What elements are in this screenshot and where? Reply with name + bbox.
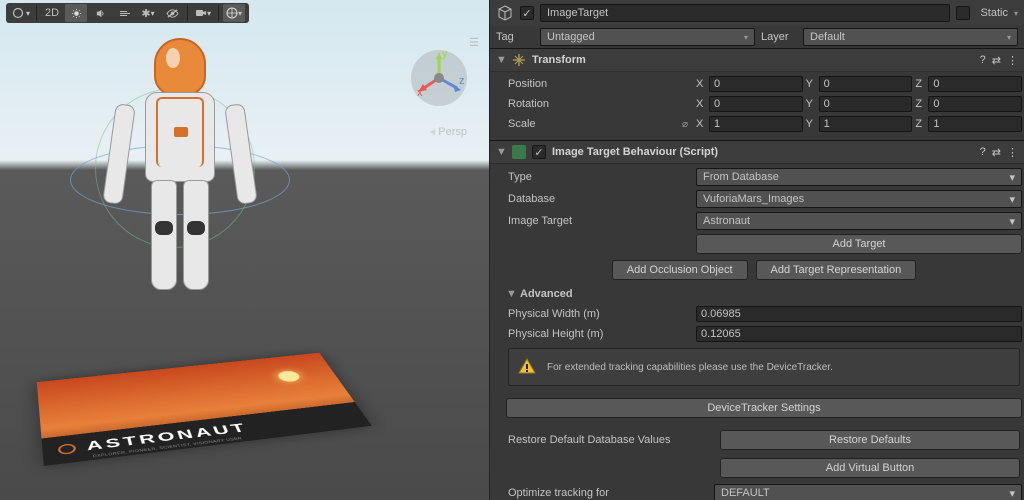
gameobject-name-field[interactable]: ImageTarget — [540, 4, 950, 22]
add-target-button[interactable]: Add Target — [696, 234, 1022, 254]
type-label: Type — [506, 171, 692, 183]
preset-icon[interactable]: ⇄ — [992, 146, 1001, 159]
position-x[interactable]: 0 — [709, 76, 803, 92]
restore-label: Restore Default Database Values — [508, 434, 712, 446]
scale-x[interactable]: 1 — [709, 116, 803, 132]
svg-text:x: x — [417, 87, 423, 99]
rotation-label: Rotation — [506, 98, 692, 110]
script-icon — [512, 145, 526, 159]
optimize-label: Optimize tracking for — [506, 487, 710, 499]
transform-title: Transform — [532, 54, 974, 66]
fx-toggle[interactable] — [113, 4, 135, 22]
physical-height-label: Physical Height (m) — [506, 328, 692, 340]
optimize-dropdown[interactable]: DEFAULT▾ — [714, 484, 1022, 500]
warning-box: For extended tracking capabilities pleas… — [508, 348, 1020, 386]
scale-z[interactable]: 1 — [928, 116, 1022, 132]
scene-menu-icon[interactable]: ☰ — [469, 36, 479, 49]
layer-label: Layer — [761, 31, 797, 43]
astronaut-model[interactable] — [115, 38, 245, 328]
advanced-label: Advanced — [520, 288, 573, 300]
preset-icon[interactable]: ⇄ — [992, 54, 1001, 67]
persp-label: ◂ Persp — [430, 125, 467, 138]
static-label: Static — [980, 7, 1008, 19]
hidden-objects-toggle[interactable] — [161, 4, 183, 22]
add-virtual-button[interactable]: Add Virtual Button — [720, 458, 1020, 478]
image-target-dropdown[interactable]: Astronaut▾ — [696, 212, 1022, 230]
inspector-panel: ✓ ImageTarget Static ▾ Tag Untagged▾ Lay… — [490, 0, 1024, 500]
itb-enabled-checkbox[interactable]: ✓ — [532, 145, 546, 159]
2d-toggle[interactable]: 2D — [41, 4, 63, 22]
gizmos-dropdown[interactable]: ▾ — [223, 4, 245, 22]
transform-icon — [512, 53, 526, 67]
visibility-dropdown[interactable]: ✱▾ — [137, 4, 159, 22]
image-target-label: Image Target — [506, 215, 692, 227]
position-label: Position — [506, 78, 692, 90]
restore-defaults-button[interactable]: Restore Defaults — [720, 430, 1020, 450]
layer-dropdown[interactable]: Default▾ — [803, 28, 1018, 46]
gameobject-icon[interactable] — [496, 4, 514, 22]
position-z[interactable]: 0 — [928, 76, 1022, 92]
shading-mode-dropdown[interactable]: ▾ — [10, 4, 32, 22]
device-tracker-settings-button[interactable]: DeviceTracker Settings — [506, 398, 1022, 418]
transform-foldout[interactable]: ▼ — [496, 54, 506, 66]
rotation-x[interactable]: 0 — [709, 96, 803, 112]
scale-link-icon[interactable]: ⌀ — [678, 119, 692, 130]
database-label: Database — [506, 193, 692, 205]
rotation-y[interactable]: 0 — [819, 96, 913, 112]
tag-label: Tag — [496, 31, 534, 43]
active-checkbox[interactable]: ✓ — [520, 6, 534, 20]
scene-view[interactable]: ▾ 2D ✱▾ ▾ ▾ ☰ y z x ◂ Persp A — [0, 0, 490, 500]
warning-icon — [517, 357, 537, 377]
help-icon[interactable]: ? — [980, 146, 986, 159]
menu-icon[interactable]: ⋮ — [1007, 146, 1018, 159]
add-representation-button[interactable]: Add Target Representation — [756, 260, 917, 280]
camera-dropdown[interactable]: ▾ — [192, 4, 214, 22]
menu-icon[interactable]: ⋮ — [1007, 54, 1018, 67]
itb-foldout[interactable]: ▼ — [496, 146, 506, 158]
add-occlusion-button[interactable]: Add Occlusion Object — [612, 260, 748, 280]
lighting-toggle[interactable] — [65, 4, 87, 22]
advanced-foldout[interactable]: ▼ — [506, 288, 516, 300]
physical-width-field[interactable]: 0.06985 — [696, 306, 1022, 322]
scale-y[interactable]: 1 — [819, 116, 913, 132]
database-dropdown[interactable]: VuforiaMars_Images▾ — [696, 190, 1022, 208]
static-dropdown-arrow[interactable]: ▾ — [1014, 9, 1018, 18]
scale-label: Scale — [508, 118, 536, 130]
svg-text:y: y — [442, 48, 448, 60]
image-target-card[interactable]: ASTRONAUT EXPLORER, PIONEER, SCIENTIST, … — [37, 353, 372, 466]
rotation-z[interactable]: 0 — [928, 96, 1022, 112]
help-icon[interactable]: ? — [980, 54, 986, 67]
static-checkbox[interactable] — [956, 6, 970, 20]
physical-height-field[interactable]: 0.12065 — [696, 326, 1022, 342]
warning-text: For extended tracking capabilities pleas… — [547, 362, 833, 373]
orientation-gizmo[interactable]: y z x — [409, 48, 469, 108]
scene-toolbar: ▾ 2D ✱▾ ▾ ▾ — [6, 3, 249, 23]
position-y[interactable]: 0 — [819, 76, 913, 92]
tag-dropdown[interactable]: Untagged▾ — [540, 28, 755, 46]
svg-text:z: z — [459, 75, 465, 87]
itb-title: Image Target Behaviour (Script) — [552, 146, 974, 158]
physical-width-label: Physical Width (m) — [506, 308, 692, 320]
type-dropdown[interactable]: From Database▾ — [696, 168, 1022, 186]
audio-toggle[interactable] — [89, 4, 111, 22]
